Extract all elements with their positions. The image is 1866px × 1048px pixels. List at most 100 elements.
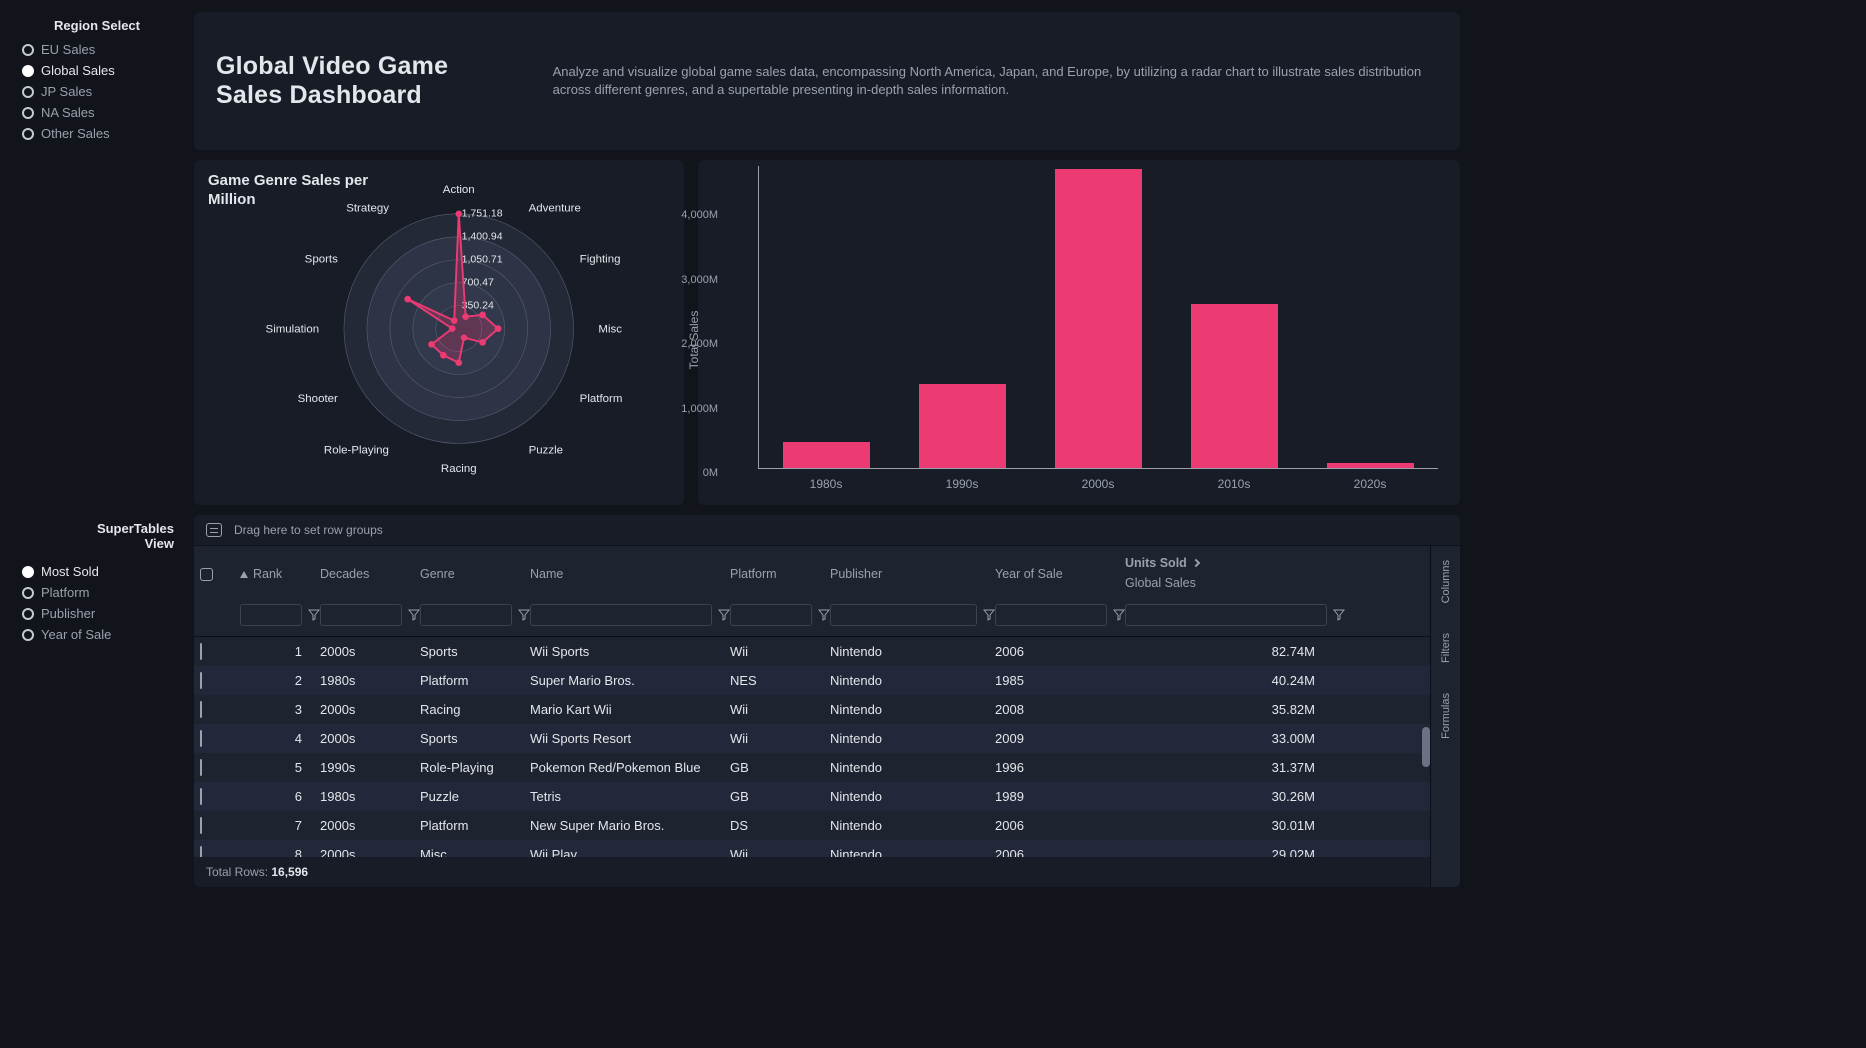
- row-group-dropzone[interactable]: Drag here to set row groups: [194, 515, 1460, 546]
- cell-year: 2008: [995, 702, 1125, 717]
- table-footer: Total Rows: 16,596: [194, 857, 1430, 887]
- cell-name: Pokemon Red/Pokemon Blue: [530, 760, 730, 775]
- bar-2000s[interactable]: [1055, 169, 1142, 468]
- filter-icon[interactable]: [1333, 609, 1345, 621]
- radio-label: NA Sales: [41, 105, 94, 120]
- column-filter-input[interactable]: [830, 604, 977, 626]
- table-row[interactable]: 21980sPlatformSuper Mario Bros.NESNinten…: [194, 666, 1430, 695]
- radar-point: [455, 210, 462, 217]
- filter-icon[interactable]: [408, 609, 420, 621]
- row-checkbox[interactable]: [200, 730, 202, 747]
- col-genre[interactable]: Genre: [420, 567, 530, 581]
- row-checkbox[interactable]: [200, 672, 202, 689]
- bar-1980s[interactable]: [783, 442, 870, 468]
- cell-global-sales: 31.37M: [1125, 760, 1345, 775]
- cell-rank: 6: [240, 789, 320, 804]
- cell-name: New Super Mario Bros.: [530, 818, 730, 833]
- col-units-sold[interactable]: Units SoldGlobal Sales: [1125, 556, 1345, 592]
- table-row[interactable]: 12000sSportsWii SportsWiiNintendo200682.…: [194, 637, 1430, 666]
- bar-1990s[interactable]: [919, 384, 1006, 468]
- row-checkbox[interactable]: [200, 817, 202, 834]
- bar-2010s[interactable]: [1191, 304, 1278, 468]
- radio-icon: [22, 44, 34, 56]
- supertable-option-platform[interactable]: Platform: [20, 582, 174, 603]
- radar-point: [455, 359, 462, 366]
- column-filter-input[interactable]: [240, 604, 302, 626]
- column-filter-input[interactable]: [1125, 604, 1327, 626]
- filter-icon[interactable]: [718, 609, 730, 621]
- row-checkbox[interactable]: [200, 846, 202, 857]
- cell-publisher: Nintendo: [830, 673, 995, 688]
- table-row[interactable]: 32000sRacingMario Kart WiiWiiNintendo200…: [194, 695, 1430, 724]
- region-select-panel: Region Select EU Sales Global Sales JP Sal…: [12, 12, 182, 150]
- table-row[interactable]: 51990sRole-PlayingPokemon Red/Pokemon Bl…: [194, 753, 1430, 782]
- cell-name: Mario Kart Wii: [530, 702, 730, 717]
- side-tab-filters[interactable]: Filters: [1440, 633, 1452, 663]
- filter-icon[interactable]: [1113, 609, 1125, 621]
- filter-icon[interactable]: [983, 609, 995, 621]
- col-publisher[interactable]: Publisher: [830, 567, 995, 581]
- row-checkbox[interactable]: [200, 701, 202, 718]
- cell-rank: 5: [240, 760, 320, 775]
- supertable-option-most-sold[interactable]: Most Sold: [20, 561, 174, 582]
- cell-genre: Role-Playing: [420, 760, 530, 775]
- radio-label: Global Sales: [41, 63, 115, 78]
- table-scrollbar-thumb[interactable]: [1422, 727, 1430, 767]
- column-filter-input[interactable]: [730, 604, 812, 626]
- cell-global-sales: 35.82M: [1125, 702, 1345, 717]
- table-row[interactable]: 72000sPlatformNew Super Mario Bros.DSNin…: [194, 811, 1430, 840]
- filter-icon[interactable]: [308, 609, 320, 621]
- column-filter-input[interactable]: [320, 604, 402, 626]
- bar-ytick: 4,000M: [681, 209, 718, 221]
- table-row[interactable]: 42000sSportsWii Sports ResortWiiNintendo…: [194, 724, 1430, 753]
- filter-icon[interactable]: [818, 609, 830, 621]
- row-checkbox[interactable]: [200, 759, 202, 776]
- cell-decades: 1990s: [320, 760, 420, 775]
- col-name[interactable]: Name: [530, 567, 730, 581]
- radio-label: Platform: [41, 585, 89, 600]
- region-option-eu-sales[interactable]: EU Sales: [20, 39, 174, 60]
- column-filter-input[interactable]: [995, 604, 1107, 626]
- cell-name: Wii Sports: [530, 644, 730, 659]
- cell-rank: 2: [240, 673, 320, 688]
- cell-global-sales: 82.74M: [1125, 644, 1345, 659]
- region-option-jp-sales[interactable]: JP Sales: [20, 81, 174, 102]
- row-checkbox[interactable]: [200, 788, 202, 805]
- region-option-na-sales[interactable]: NA Sales: [20, 102, 174, 123]
- cell-decades: 2000s: [320, 731, 420, 746]
- cell-platform: GB: [730, 760, 830, 775]
- region-option-other-sales[interactable]: Other Sales: [20, 123, 174, 144]
- region-select-title: Region Select: [20, 18, 174, 33]
- bar-xlabel: 2020s: [1354, 477, 1387, 491]
- column-filter-input[interactable]: [530, 604, 712, 626]
- table-side-tabs: Columns Filters Formulas: [1430, 546, 1460, 887]
- col-platform[interactable]: Platform: [730, 567, 830, 581]
- radar-category-label: Platform: [580, 393, 623, 405]
- table-row[interactable]: 61980sPuzzleTetrisGBNintendo198930.26M: [194, 782, 1430, 811]
- cell-platform: Wii: [730, 847, 830, 857]
- radar-category-label: Adventure: [529, 202, 581, 214]
- supertable-option-year-of-sale[interactable]: Year of Sale: [20, 624, 174, 645]
- footer-value: 16,596: [271, 865, 308, 879]
- col-decades[interactable]: Decades: [320, 567, 420, 581]
- supertable-option-publisher[interactable]: Publisher: [20, 603, 174, 624]
- side-tab-columns[interactable]: Columns: [1440, 560, 1452, 603]
- radar-tick-label: 1,050.71: [462, 254, 503, 266]
- col-rank[interactable]: Rank: [240, 567, 320, 581]
- bar-xlabel: 2000s: [1082, 477, 1115, 491]
- radar-category-label: Role-Playing: [324, 444, 389, 456]
- cell-year: 2006: [995, 818, 1125, 833]
- filter-icon[interactable]: [518, 609, 530, 621]
- table-header: RankDecades Genre NamePlatformPublisherYea…: [194, 546, 1430, 600]
- row-checkbox[interactable]: [200, 643, 202, 660]
- select-all-checkbox[interactable]: [200, 568, 213, 581]
- col-label: Decades: [320, 567, 369, 581]
- table-row[interactable]: 82000sMiscWii PlayWiiNintendo200629.02M: [194, 840, 1430, 857]
- side-tab-formulas[interactable]: Formulas: [1440, 693, 1452, 739]
- col-year-of-sale[interactable]: Year of Sale: [995, 567, 1125, 581]
- bar-2020s[interactable]: [1327, 463, 1414, 468]
- column-filter-input[interactable]: [420, 604, 512, 626]
- bar-ytick: 3,000M: [681, 274, 718, 286]
- col-label: Genre: [420, 567, 455, 581]
- region-option-global-sales[interactable]: Global Sales: [20, 60, 174, 81]
